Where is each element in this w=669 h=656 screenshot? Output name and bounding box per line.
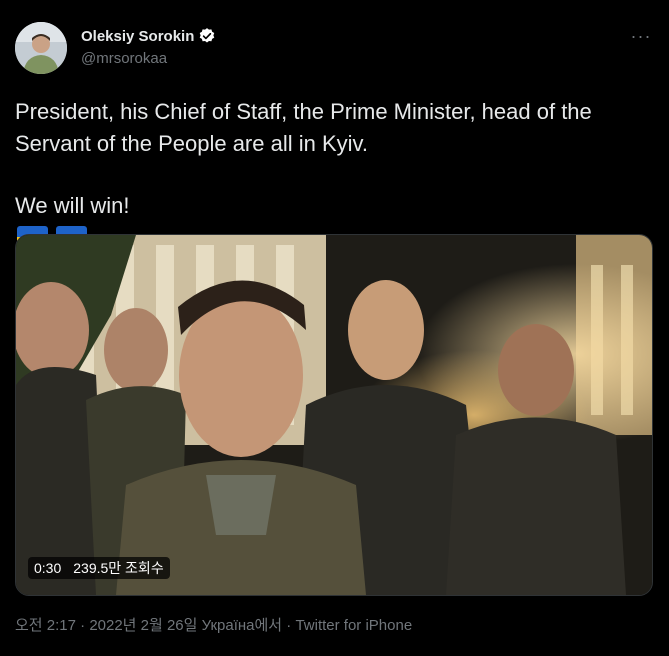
tweet-line-2-text: We will win! — [15, 193, 130, 218]
display-name[interactable]: Oleksiy Sorokin — [81, 28, 194, 45]
meta-separator: · — [282, 617, 296, 634]
tweet-line-2: We will win! — [15, 190, 655, 222]
verified-badge-icon — [200, 28, 215, 43]
tweet-time[interactable]: 오전 2:17 — [15, 617, 76, 634]
tweet-source[interactable]: Twitter for iPhone — [295, 617, 412, 634]
avatar-photo — [15, 22, 67, 74]
author-name-row: Oleksiy Sorokin — [81, 27, 216, 45]
ukraine-flag-icon — [138, 194, 169, 216]
video-duration: 0:30 — [34, 560, 62, 576]
handle[interactable]: @mrsorokaa — [81, 50, 167, 67]
video-badge: 0:30 239.5만 조회수 — [28, 557, 170, 579]
video-thumbnail — [16, 235, 652, 595]
more-options-icon[interactable]: ··· — [628, 26, 654, 46]
video-player[interactable] — [15, 234, 653, 596]
tweet-text: President, his Chief of Staff, the Prime… — [15, 96, 655, 254]
tweet-line-1: President, his Chief of Staff, the Prime… — [15, 99, 592, 156]
video-views: 239.5만 조회수 — [73, 560, 164, 576]
tweet-date-location[interactable]: 2022년 2월 26일 Україна에서 — [89, 617, 282, 634]
avatar[interactable] — [15, 22, 67, 74]
meta-separator: · — [75, 617, 90, 634]
tweet: Oleksiy Sorokin @mrsorokaa ··· President… — [0, 0, 669, 656]
tweet-meta: 오전 2:17 · 2022년 2월 26일 Україна에서 · Twitt… — [15, 614, 412, 635]
